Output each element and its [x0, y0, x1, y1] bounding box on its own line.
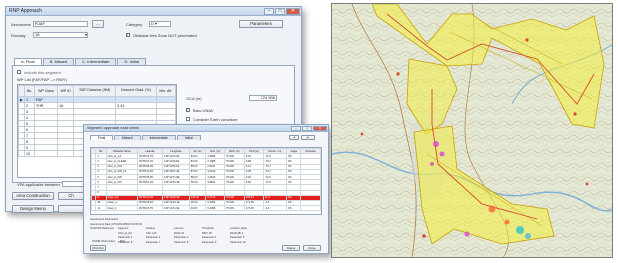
tab-initial[interactable]: D. Initial — [117, 58, 146, 65]
obstacle-marker[interactable] — [573, 112, 577, 116]
obstacle-cell: OK — [285, 205, 302, 212]
runway-select[interactable]: 18 ▾ — [33, 32, 88, 38]
obstacle-marker[interactable] — [430, 162, 434, 166]
aerodrome-browse-button[interactable]: ... — [92, 20, 104, 28]
obstacle-cell: 36°06'24.7N — [136, 205, 164, 212]
segment-tabs: A. Final B. Missed C. Intermediate D. In… — [14, 58, 147, 65]
col-wp-id: WP ID — [56, 85, 75, 97]
ossm-label: OSSM Obstruction — [92, 239, 116, 243]
baro-vnav-checkbox[interactable] — [186, 107, 190, 112]
rnp-window-titlebar: RNP Approach – □ ✕ — [6, 7, 301, 16]
minimize-icon[interactable]: – — [291, 125, 301, 131]
parameters-button[interactable]: Parameters — [239, 20, 283, 28]
category-label: Category — [126, 22, 143, 27]
obstacle-cell: 75.000 — [223, 205, 245, 212]
print-out-button[interactable]: Print Out — [90, 245, 106, 251]
obstacle-table: No. Obstacle Name Latitude Longitude Alt. (m… — [90, 147, 322, 215]
obstacle-cell — [300, 205, 321, 212]
category-select[interactable]: D ▾ — [149, 21, 171, 27]
col-min-alt: Min. Alt. — [155, 85, 177, 97]
col-no: No. — [24, 85, 35, 97]
include-segment-checkbox[interactable] — [17, 70, 21, 74]
area-construction-button[interactable]: Area Construction — [12, 192, 54, 200]
tab-intermediate[interactable]: C. Intermediate — [75, 58, 117, 65]
wp-table-header: No. WP Class WP ID SDF Distance (NM) Des… — [18, 85, 177, 97]
obstacle-marker[interactable] — [525, 233, 531, 239]
params-cell: Parameter 8 — [174, 240, 189, 244]
obstacle-marker[interactable] — [396, 72, 400, 76]
wp-table-cell[interactable] — [34, 150, 58, 157]
obstacle-marker[interactable] — [360, 132, 364, 136]
route-check-window: Segment / approach route check – □ ✕ Fin… — [83, 124, 329, 254]
obstacle-cell: 139°12'31.9E — [162, 205, 190, 212]
map-canvas — [332, 4, 612, 257]
prev-icon[interactable]: ◂ — [289, 135, 299, 140]
obstacle-marker[interactable] — [516, 226, 524, 234]
oca-label: OCA (m) — [186, 96, 202, 101]
runway-label: Runway — [11, 33, 26, 38]
wp-table-cell[interactable] — [56, 150, 75, 157]
output-button[interactable]: Output — [282, 245, 300, 251]
earth-curvature-label: Consider Earth curvature — [193, 117, 238, 122]
ossm-value: Max. — [120, 239, 127, 243]
obstacle-marker[interactable] — [439, 151, 445, 157]
vpa-field[interactable] — [62, 181, 84, 187]
check-button[interactable]: Ch — [58, 192, 84, 200]
topographic-map[interactable] — [331, 3, 613, 258]
tab-missed[interactable]: B. Missed — [42, 58, 75, 65]
aerodrome-field[interactable]: RJAF — [33, 21, 88, 27]
obstacle-cell: 94.00 — [188, 205, 207, 212]
route-nav: ◂ ▸ — [289, 135, 315, 140]
oca-field[interactable]: 724.906 — [249, 95, 277, 101]
route-tabs: Final Missed Intermediate Initial — [90, 135, 202, 140]
col-wp-class: WP Class — [34, 85, 58, 97]
close-icon[interactable]: ✕ — [286, 7, 300, 15]
close-button[interactable]: Close — [303, 245, 321, 251]
wp-list-label: WP List (FAF/FAP --> RWY) — [17, 77, 67, 82]
minimize-icon[interactable]: – — [264, 7, 274, 15]
wp-table-cell[interactable]: 10 — [24, 150, 35, 157]
obstacle-free-label: Obstacle free Zone NOT penetrated — [133, 33, 197, 38]
params-cell: Parameter 10 — [230, 240, 246, 244]
obstacle-row[interactable]: 11 tower_b 36°06'24.7N 139°12'31.9E 94.00 6.6… — [91, 205, 321, 212]
obstacle-marker[interactable] — [488, 205, 496, 213]
col-sdf-distance: SDF Distance (NM) — [73, 85, 117, 97]
include-segment-label: Include this segment — [24, 70, 61, 75]
col-descent-grad: Descent Grad. (%) — [115, 85, 157, 97]
obstacle-cell: 6.6398 — [205, 205, 225, 212]
vpa-label: VPA applicable between — [17, 182, 60, 187]
baro-vnav-label: Baro-VNAV — [193, 108, 214, 113]
obstacle-marker[interactable] — [585, 182, 589, 186]
obstacle-marker[interactable] — [525, 38, 529, 42]
next-icon[interactable]: ▸ — [301, 135, 315, 140]
route-tab-final[interactable]: Final — [90, 135, 114, 140]
route-window-titlebar: Segment / approach route check – □ ✕ — [84, 125, 328, 132]
route-tab-intermediate[interactable]: Intermediate — [141, 135, 176, 140]
params-cell: Parameter 9 — [202, 240, 217, 244]
assessment-parameters: Assessment Parameters Assessment Date (U… — [90, 218, 322, 244]
maximize-icon[interactable]: □ — [275, 7, 285, 15]
route-tab-missed[interactable]: Missed — [114, 135, 141, 140]
obstacle-cell: 174.05 — [243, 205, 264, 212]
obstacle-marker[interactable] — [464, 231, 470, 237]
obstacle-marker[interactable] — [433, 141, 439, 147]
rnp-window-title: RNP Approach — [9, 8, 42, 14]
maximize-icon[interactable]: □ — [302, 125, 312, 131]
obstacle-cell: tower_b — [105, 205, 138, 212]
route-window-title: Segment / approach route check — [87, 126, 139, 130]
tab-final[interactable]: A. Final — [14, 58, 42, 65]
obstacle-marker[interactable] — [504, 219, 510, 225]
params-cell: Parameter 7 — [146, 240, 161, 244]
obstacle-cell: -6.3 — [262, 205, 287, 212]
extra-button[interactable] — [58, 205, 84, 213]
earth-curvature-checkbox[interactable] — [186, 117, 190, 121]
obstacle-cell: 11 — [95, 205, 107, 212]
close-icon[interactable]: ✕ — [313, 125, 327, 131]
aerodrome-label: Aerodrome — [11, 22, 31, 27]
obstacle-free-checkbox[interactable] — [126, 32, 130, 37]
design-memo-button[interactable]: Design Memo — [12, 205, 54, 213]
route-tab-initial[interactable]: Initial — [176, 135, 201, 140]
obstacle-marker[interactable] — [422, 234, 426, 238]
